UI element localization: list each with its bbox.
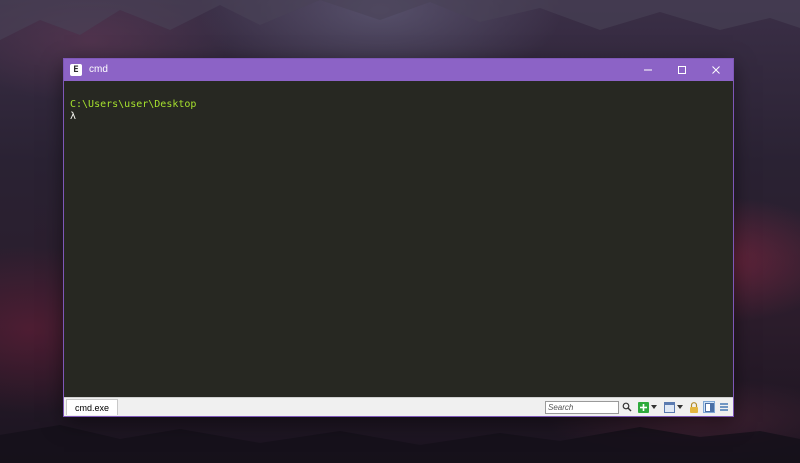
lock-icon bbox=[690, 401, 698, 413]
window-controls bbox=[631, 59, 733, 81]
console-area[interactable]: C:\Users\user\Desktop λ bbox=[64, 81, 733, 398]
window-view-dropdown[interactable] bbox=[676, 401, 684, 413]
mountain-silhouette-top bbox=[0, 0, 800, 60]
new-console-dropdown[interactable] bbox=[650, 401, 658, 413]
new-console-icon bbox=[637, 401, 649, 413]
window-icon bbox=[663, 401, 675, 413]
title-bar[interactable]: E cmd bbox=[64, 59, 733, 81]
mountain-silhouette-bottom bbox=[0, 415, 800, 463]
menu-button[interactable] bbox=[718, 401, 730, 413]
current-path: C:\Users\user\Desktop bbox=[70, 99, 197, 110]
window-title: cmd bbox=[89, 64, 108, 75]
close-button[interactable] bbox=[699, 59, 733, 81]
close-icon bbox=[712, 66, 720, 74]
chevron-down-icon bbox=[677, 405, 683, 409]
search-icon bbox=[622, 402, 632, 412]
split-view-icon bbox=[704, 402, 714, 412]
search-button[interactable] bbox=[621, 401, 633, 413]
chevron-down-icon bbox=[651, 405, 657, 409]
prompt-symbol: λ bbox=[70, 111, 77, 122]
terminal-window: E cmd C:\Users\user\Desktop λ cmd.exe bbox=[64, 59, 733, 416]
window-view-button[interactable] bbox=[663, 401, 675, 413]
new-console-button[interactable] bbox=[637, 401, 649, 413]
minimize-icon bbox=[644, 69, 652, 71]
search-input[interactable] bbox=[545, 400, 619, 414]
lock-button[interactable] bbox=[688, 401, 700, 413]
console-emulator-icon[interactable]: E bbox=[70, 64, 82, 76]
maximize-button[interactable] bbox=[665, 59, 699, 81]
maximize-icon bbox=[678, 66, 686, 74]
status-bar: cmd.exe bbox=[64, 397, 733, 416]
minimize-button[interactable] bbox=[631, 59, 665, 81]
split-view-button[interactable] bbox=[703, 401, 715, 413]
tab-cmd-exe[interactable]: cmd.exe bbox=[66, 399, 119, 415]
menu-icon bbox=[720, 403, 728, 411]
